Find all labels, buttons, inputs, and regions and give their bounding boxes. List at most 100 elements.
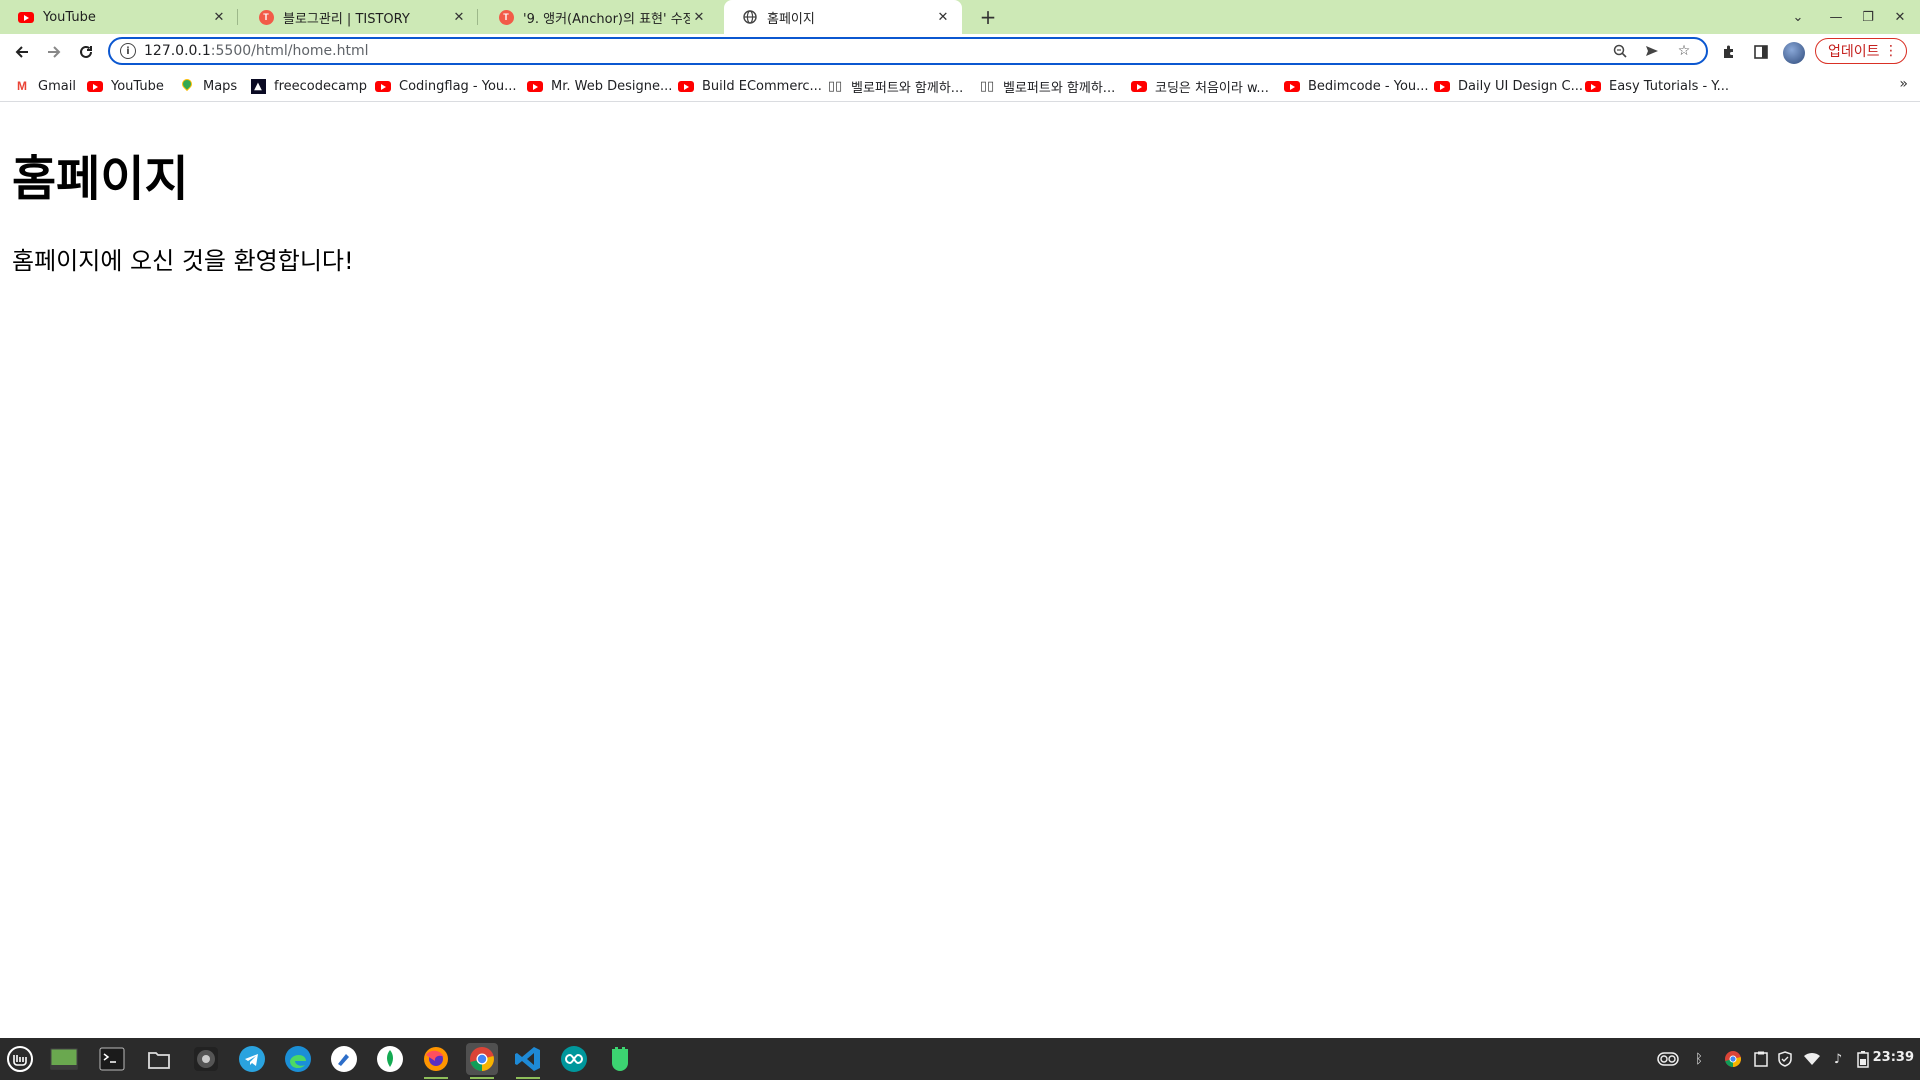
bookmark-coding-first-time[interactable]: 코딩은 처음이라 w... xyxy=(1131,76,1269,96)
bookmark-label: Easy Tutorials - Y... xyxy=(1609,78,1730,94)
chrome-icon[interactable] xyxy=(466,1043,498,1079)
tab-search-icon[interactable]: ⌄ xyxy=(1782,0,1814,34)
bookmark-velopert-1[interactable]: ▯▯ 벨로퍼트와 함께하... xyxy=(827,76,963,96)
bookmark-velopert-2[interactable]: ▯▯ 벨로퍼트와 함께하... xyxy=(979,76,1115,96)
shield-icon[interactable] xyxy=(1774,1048,1796,1070)
globe-icon xyxy=(742,9,758,25)
back-button[interactable] xyxy=(8,38,36,66)
bookmark-youtube[interactable]: YouTube xyxy=(87,76,164,96)
bookmark-build-ecommerce[interactable]: Build ECommerc... xyxy=(678,76,822,96)
youtube-icon xyxy=(1585,78,1601,94)
extensions-icon[interactable] xyxy=(1717,40,1741,64)
youtube-icon xyxy=(678,78,694,94)
update-button[interactable]: 업데이트 ⋮ xyxy=(1815,38,1907,64)
close-icon[interactable]: ✕ xyxy=(690,8,708,26)
new-tab-button[interactable]: + xyxy=(976,5,1000,29)
bookmark-label: YouTube xyxy=(111,78,164,94)
update-label: 업데이트 xyxy=(1828,44,1880,60)
youtube-icon xyxy=(18,9,34,25)
bookmark-label: Gmail xyxy=(38,78,76,94)
close-icon[interactable]: ✕ xyxy=(210,8,228,26)
files-icon[interactable] xyxy=(143,1043,175,1075)
reload-button[interactable] xyxy=(72,38,100,66)
minimize-button[interactable]: — xyxy=(1820,0,1852,34)
side-panel-icon[interactable] xyxy=(1749,40,1773,64)
tab-youtube[interactable]: YouTube ✕ xyxy=(0,0,238,34)
address-url[interactable]: 127.0.0.1:5500/html/home.html xyxy=(144,43,1600,59)
send-icon[interactable] xyxy=(1640,39,1664,63)
chevron-double-right-icon[interactable]: » xyxy=(1899,76,1908,92)
zoom-icon[interactable] xyxy=(1608,39,1632,63)
address-bar[interactable]: i 127.0.0.1:5500/html/home.html ☆ xyxy=(108,37,1708,65)
bookmark-label: Mr. Web Designe... xyxy=(551,78,673,94)
clock[interactable]: 23:39 xyxy=(1873,1050,1914,1065)
firefox-icon[interactable] xyxy=(420,1043,452,1079)
volume-icon[interactable]: ♪ xyxy=(1827,1048,1849,1070)
bookmark-label: Bedimcode - You... xyxy=(1308,78,1429,94)
close-window-button[interactable]: ✕ xyxy=(1884,0,1916,34)
terminal-icon[interactable] xyxy=(96,1043,128,1075)
bluetooth-icon[interactable]: ᛒ xyxy=(1688,1048,1710,1070)
youtube-icon xyxy=(87,78,103,94)
bookmark-label: 벨로퍼트와 함께하... xyxy=(851,80,964,96)
tistory-icon: T xyxy=(258,9,274,25)
bookmark-label: 코딩은 처음이라 w... xyxy=(1155,80,1269,96)
profile-avatar[interactable] xyxy=(1783,42,1805,64)
bookmark-label: Build ECommerc... xyxy=(702,78,822,94)
bookmark-freecodecamp[interactable]: ▲ freecodecamp xyxy=(250,76,367,96)
bookmark-codingflag[interactable]: Codingflag - You... xyxy=(375,76,517,96)
bookmark-label: Daily UI Design C... xyxy=(1458,78,1583,94)
battery-icon[interactable] xyxy=(1852,1048,1874,1070)
welcome-text: 홈페이지에 오신 것을 환영합니다! xyxy=(12,247,354,275)
tab-strip: YouTube ✕ T 블로그관리 | TISTORY ✕ T '9. 앵커(A… xyxy=(0,0,1920,34)
tab-homepage[interactable]: 홈페이지 ✕ xyxy=(724,0,962,34)
bookmark-mr-web-designer[interactable]: Mr. Web Designe... xyxy=(527,76,672,96)
telegram-icon[interactable] xyxy=(236,1043,268,1075)
tab-title: '9. 앵커(Anchor)의 표현' 수정하 xyxy=(523,11,690,27)
close-icon[interactable]: ✕ xyxy=(934,8,952,26)
chrome-tray-icon[interactable] xyxy=(1722,1048,1744,1070)
forward-button[interactable] xyxy=(40,38,68,66)
tab-tistory-edit[interactable]: T '9. 앵커(Anchor)의 표현' 수정하 ✕ xyxy=(480,0,718,34)
bookmark-maps[interactable]: Maps xyxy=(179,76,237,96)
bookmarks-bar: M Gmail YouTube Maps ▲ freecodecamp Codi… xyxy=(0,70,1920,102)
page-content: 홈페이지 홈페이지에 오신 것을 환영합니다! xyxy=(0,103,1920,1038)
link-icon[interactable] xyxy=(1657,1048,1679,1070)
bookmark-easy-tutorials[interactable]: Easy Tutorials - Y... xyxy=(1585,76,1729,96)
gmail-icon: M xyxy=(17,79,27,93)
tab-title: 홈페이지 xyxy=(767,11,815,27)
freecodecamp-icon: ▲ xyxy=(250,78,266,94)
site-info-icon[interactable]: i xyxy=(120,43,136,59)
arduino-icon[interactable] xyxy=(558,1043,590,1075)
bookmark-label: Maps xyxy=(203,78,238,94)
gitkraken-icon[interactable] xyxy=(604,1043,636,1075)
tab-tistory-admin[interactable]: T 블로그관리 | TISTORY ✕ xyxy=(240,0,478,34)
bookmark-bedimcode[interactable]: Bedimcode - You... xyxy=(1284,76,1429,96)
tistory-icon: T xyxy=(498,9,514,25)
mongodb-compass-icon[interactable] xyxy=(374,1043,406,1075)
bookmark-gmail[interactable]: M Gmail xyxy=(14,76,76,96)
page-title: 홈페이지 xyxy=(12,151,189,207)
show-desktop-icon[interactable] xyxy=(48,1043,80,1075)
browser-toolbar: i 127.0.0.1:5500/html/home.html ☆ 업데이트 ⋮ xyxy=(0,34,1920,70)
clipboard-icon[interactable] xyxy=(1750,1048,1772,1070)
bookmark-daily-ui-design[interactable]: Daily UI Design C... xyxy=(1434,76,1583,96)
youtube-icon xyxy=(527,78,543,94)
tab-title: YouTube xyxy=(43,9,96,25)
vscode-icon[interactable] xyxy=(512,1043,544,1079)
youtube-icon xyxy=(375,78,391,94)
krita-icon[interactable] xyxy=(328,1043,360,1075)
restore-button[interactable]: ❐ xyxy=(1852,0,1884,34)
youtube-icon xyxy=(1434,78,1450,94)
edge-icon[interactable] xyxy=(282,1043,314,1075)
youtube-icon xyxy=(1131,78,1147,94)
obs-icon[interactable] xyxy=(190,1043,222,1075)
kebab-menu-icon[interactable]: ⋮ xyxy=(1884,43,1898,59)
mint-menu-icon[interactable] xyxy=(4,1043,36,1075)
taskbar: ᛒ ♪ 23:39 xyxy=(0,1038,1920,1080)
bookmark-label: 벨로퍼트와 함께하... xyxy=(1003,80,1116,96)
tab-title: 블로그관리 | TISTORY xyxy=(283,11,410,27)
bookmark-star-icon[interactable]: ☆ xyxy=(1672,39,1696,63)
wifi-icon[interactable] xyxy=(1801,1048,1823,1070)
close-icon[interactable]: ✕ xyxy=(450,8,468,26)
